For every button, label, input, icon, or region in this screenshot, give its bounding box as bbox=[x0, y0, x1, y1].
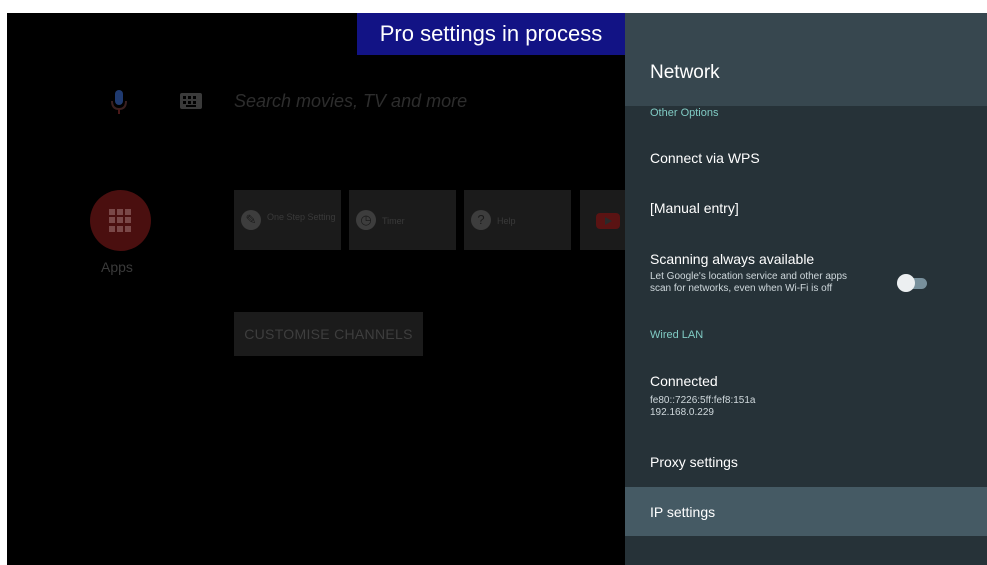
ipv6-address: fe80::7226:5ff:fef8:151a bbox=[650, 395, 756, 406]
item-title: Connect via WPS bbox=[650, 150, 760, 166]
item-title: Connected bbox=[650, 373, 718, 389]
panel-header: Network bbox=[625, 13, 987, 106]
item-title: Scanning always available bbox=[650, 251, 815, 267]
item-title: Proxy settings bbox=[650, 454, 738, 470]
tile-youtube[interactable] bbox=[580, 190, 625, 250]
item-title: [Manual entry] bbox=[650, 200, 739, 216]
tile-help[interactable]: ? Help bbox=[464, 190, 571, 250]
tile-timer[interactable]: ◷ Timer bbox=[349, 190, 456, 250]
tile-label: Help bbox=[497, 216, 516, 226]
keyboard-icon[interactable] bbox=[180, 93, 202, 109]
scanning-toggle[interactable] bbox=[897, 274, 927, 292]
tile-one-step-setting[interactable]: ✎ One Step Setting bbox=[234, 190, 341, 250]
section-other-options: Other Options bbox=[650, 107, 719, 119]
home-launcher-dimmed: Search movies, TV and more Apps ✎ One St… bbox=[7, 13, 625, 565]
item-description: Let Google's location service and other … bbox=[650, 271, 848, 282]
item-description: scan for networks, even when Wi-Fi is of… bbox=[650, 283, 833, 294]
tile-label: Timer bbox=[382, 216, 405, 226]
ip-settings-item[interactable]: IP settings bbox=[625, 487, 987, 536]
proxy-settings-item[interactable]: Proxy settings bbox=[625, 437, 987, 487]
network-settings-panel: Network Other Options Connect via WPS [M… bbox=[625, 13, 987, 565]
wrench-icon: ✎ bbox=[241, 210, 261, 230]
customise-channels-button[interactable]: CUSTOMISE CHANNELS bbox=[234, 312, 423, 356]
connected-item[interactable]: Connected fe80::7226:5ff:fef8:151a 192.1… bbox=[625, 361, 987, 437]
section-wired-lan: Wired LAN bbox=[650, 329, 704, 341]
status-banner: Pro settings in process bbox=[357, 13, 625, 55]
ipv4-address: 192.168.0.229 bbox=[650, 407, 714, 418]
scanning-always-available-item[interactable]: Scanning always available Let Google's l… bbox=[625, 239, 987, 305]
panel-title: Network bbox=[650, 62, 720, 83]
youtube-icon bbox=[596, 213, 620, 229]
tv-screen: Search movies, TV and more Apps ✎ One St… bbox=[7, 13, 987, 565]
question-icon: ? bbox=[471, 210, 491, 230]
item-title: IP settings bbox=[650, 504, 716, 520]
manual-entry-item[interactable]: [Manual entry] bbox=[625, 183, 987, 233]
connect-wps-item[interactable]: Connect via WPS bbox=[625, 133, 987, 183]
clock-icon: ◷ bbox=[356, 210, 376, 230]
microphone-icon[interactable] bbox=[111, 90, 127, 116]
apps-grid-icon bbox=[109, 209, 132, 232]
search-input[interactable]: Search movies, TV and more bbox=[234, 91, 467, 112]
apps-label: Apps bbox=[101, 259, 133, 275]
tile-label: One Step Setting bbox=[267, 212, 336, 222]
toggle-thumb bbox=[897, 274, 915, 292]
